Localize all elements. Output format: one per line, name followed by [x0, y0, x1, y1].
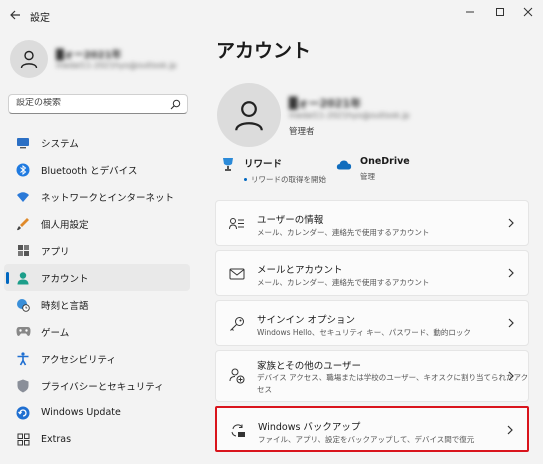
sidebar-item-network[interactable]: ネットワークとインターネット	[4, 183, 190, 210]
app-title: 設定	[30, 13, 50, 24]
account-settings-list: ユーザーの情報 メール、カレンダー、連絡先で使用するアカウント メールとアカウン…	[215, 200, 529, 456]
onedrive-cloud-icon	[336, 160, 352, 170]
sidebar-item-accessibility[interactable]: アクセシビリティ	[4, 345, 190, 372]
sidebar-nav: システム Bluetooth とデバイス ネットワークとインターネット 個人用設…	[4, 129, 190, 453]
sidebar-item-bluetooth[interactable]: Bluetooth とデバイス	[4, 156, 190, 183]
card-family-other-users[interactable]: 家族とその他のユーザー デバイス アクセス、職場または学校のユーザー、キオスクに…	[215, 350, 529, 402]
close-button[interactable]	[511, 2, 543, 22]
card-desc: Windows Hello、セキュリティ キー、パスワード、動的ロック	[257, 328, 471, 337]
brush-icon	[15, 216, 31, 232]
rewards-title: リワード	[244, 159, 283, 170]
sidebar-item-label: 個人用設定	[41, 219, 89, 231]
system-display-icon	[15, 135, 31, 151]
accessibility-icon	[15, 351, 31, 367]
sidebar-item-label: アクセシビリティ	[41, 354, 116, 366]
chevron-right-icon	[505, 424, 515, 436]
rewards-section[interactable]: リワード リワードの取得を開始	[220, 156, 326, 185]
chevron-right-icon	[506, 317, 516, 329]
sidebar-item-extras[interactable]: Extras	[4, 426, 190, 453]
sidebar-item-label: アプリ	[41, 246, 70, 258]
card-title: メールとアカウント	[257, 265, 343, 276]
card-desc: メール、カレンダー、連絡先で使用するアカウント	[257, 278, 430, 287]
card-desc-continued: セス	[257, 385, 272, 394]
sidebar-avatar[interactable]	[10, 40, 48, 78]
card-desc: メール、カレンダー、連絡先で使用するアカウント	[257, 228, 430, 237]
card-desc: ファイル、アプリ、設定をバックアップして、デバイス間で復元	[258, 435, 475, 444]
main-avatar[interactable]	[217, 83, 281, 147]
search-input[interactable]	[16, 98, 166, 108]
sidebar-item-label: アカウント	[41, 273, 89, 285]
sidebar-item-personalization[interactable]: 個人用設定	[4, 210, 190, 237]
mail-icon	[228, 265, 246, 283]
maximize-icon	[496, 8, 504, 16]
wifi-icon	[15, 189, 31, 205]
family-users-icon	[228, 367, 246, 385]
sidebar-item-label: 時刻と言語	[41, 300, 89, 312]
card-email-accounts[interactable]: メールとアカウント メール、カレンダー、連絡先で使用するアカウント	[215, 250, 529, 296]
windows-update-icon	[15, 405, 31, 421]
game-controller-icon	[15, 324, 31, 340]
sidebar-item-time-language[interactable]: 時刻と言語	[4, 291, 190, 318]
account-role: 管理者	[289, 127, 315, 137]
close-icon	[523, 7, 533, 17]
sidebar-item-privacy[interactable]: プライバシーとセキュリティ	[4, 372, 190, 399]
search-box[interactable]	[8, 94, 188, 114]
chevron-right-icon	[506, 217, 516, 229]
sidebar-email: medal11-2021hyo@outlook.jp	[56, 61, 177, 70]
card-title: 家族とその他のユーザー	[257, 361, 362, 372]
sidebar-item-system[interactable]: システム	[4, 129, 190, 156]
card-windows-backup[interactable]: Windows バックアップ ファイル、アプリ、設定をバックアップして、デバイス…	[215, 406, 529, 452]
card-sign-in-options[interactable]: サインイン オプション Windows Hello、セキュリティ キー、パスワー…	[215, 300, 529, 346]
card-your-info[interactable]: ユーザーの情報 メール、カレンダー、連絡先で使用するアカウント	[215, 200, 529, 246]
sidebar-item-label: ネットワークとインターネット	[41, 192, 175, 204]
globe-clock-icon	[15, 297, 31, 313]
sidebar-item-label: システム	[41, 138, 79, 150]
person-icon	[20, 50, 38, 69]
trophy-icon	[223, 158, 233, 171]
rewards-dot	[244, 178, 247, 181]
backup-icon	[229, 422, 247, 440]
back-arrow-icon	[10, 10, 20, 20]
card-title: ユーザーの情報	[257, 215, 324, 226]
minimize-icon	[466, 11, 474, 13]
sidebar-username: █ォー2021年	[56, 50, 122, 61]
selection-indicator	[6, 272, 9, 284]
sidebar-item-label: Bluetooth とデバイス	[41, 165, 138, 177]
bluetooth-icon	[15, 162, 31, 178]
minimize-button[interactable]	[453, 2, 487, 22]
search-icon[interactable]	[170, 99, 181, 110]
sidebar-item-label: Windows Update	[41, 407, 121, 418]
user-info-icon	[228, 215, 246, 233]
sidebar-item-label: Extras	[41, 434, 72, 445]
shield-icon	[15, 378, 31, 394]
card-title: サインイン オプション	[257, 315, 356, 326]
sidebar-item-windows-update[interactable]: Windows Update	[4, 399, 190, 426]
page-title: アカウント	[216, 40, 312, 62]
apps-icon	[15, 243, 31, 259]
chevron-right-icon	[506, 267, 516, 279]
sidebar-item-accounts[interactable]: アカウント	[4, 264, 190, 291]
extras-grid-icon	[15, 432, 31, 448]
key-icon	[228, 315, 246, 333]
onedrive-manage-link[interactable]: 管理	[360, 171, 375, 182]
chevron-right-icon	[506, 370, 516, 382]
card-desc: デバイス アクセス、職場または学校のユーザー、キオスクに割り当てられたアク	[257, 373, 529, 382]
onedrive-section[interactable]: OneDrive 管理	[336, 156, 410, 182]
main-email: medal11-2021hyo@outlook.jp	[289, 111, 410, 120]
card-title: Windows バックアップ	[258, 422, 361, 433]
rewards-subtitle[interactable]: リワードの取得を開始	[251, 174, 326, 185]
onedrive-title: OneDrive	[360, 156, 410, 167]
sidebar-item-label: ゲーム	[41, 327, 70, 339]
main-username: █ォー2021年	[289, 97, 362, 110]
sidebar-item-label: プライバシーとセキュリティ	[41, 381, 164, 393]
account-person-icon	[15, 270, 31, 286]
title-bar: 設定	[0, 0, 543, 30]
sidebar-item-apps[interactable]: アプリ	[4, 237, 190, 264]
back-button[interactable]	[6, 6, 24, 24]
sidebar-item-gaming[interactable]: ゲーム	[4, 318, 190, 345]
person-icon	[235, 101, 263, 131]
